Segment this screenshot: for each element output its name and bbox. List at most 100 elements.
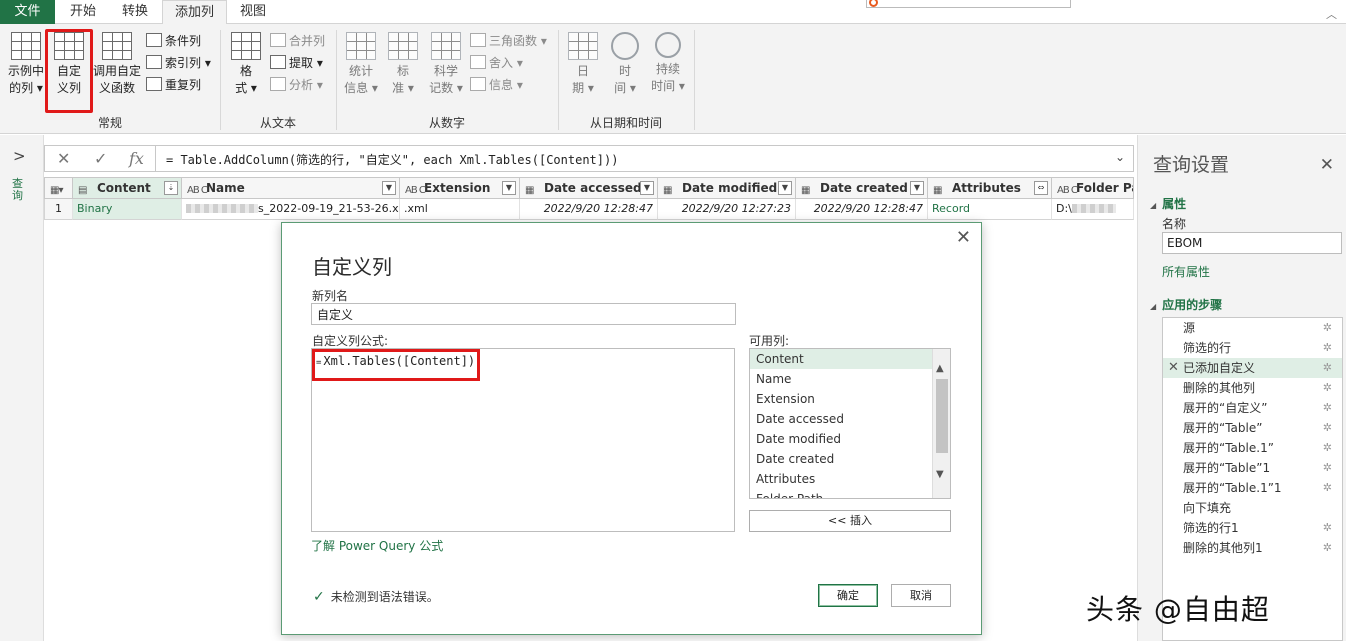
list-scrollbar[interactable]: ▲ ▼ (932, 349, 950, 498)
filter-dropdown-icon[interactable]: ▼ (778, 181, 792, 195)
duplicate-column-button[interactable]: 重复列 (146, 75, 201, 95)
cancel-button[interactable]: 取消 (891, 584, 951, 607)
collapse-ribbon-icon[interactable]: ︿ (1326, 6, 1337, 22)
step-item[interactable]: 筛选的行 ✲ (1163, 338, 1342, 358)
row-index[interactable]: 1 (44, 199, 73, 220)
expand-record-icon[interactable]: ⇔ (1034, 181, 1048, 195)
filter-dropdown-icon[interactable]: ▼ (382, 181, 396, 195)
list-item[interactable]: Content (750, 349, 932, 369)
close-icon[interactable]: ✕ (956, 227, 971, 248)
step-item[interactable]: 展开的“Table” ✲ (1163, 418, 1342, 438)
invoke-custom-function-button[interactable]: 调用自定 义函数 (93, 32, 141, 97)
statistics-button[interactable]: 统计 信息 ▾ (342, 32, 380, 97)
step-item[interactable]: 删除的其他列1 ✲ (1163, 538, 1342, 558)
column-header-folder-path[interactable]: AB CFolder Path (1052, 177, 1134, 199)
list-item[interactable]: Date accessed (750, 409, 932, 429)
extract-button[interactable]: 提取 ▾ (270, 53, 323, 73)
list-item[interactable]: Date created (750, 449, 932, 469)
gear-icon[interactable]: ✲ (1323, 378, 1332, 398)
gear-icon[interactable]: ✲ (1323, 398, 1332, 418)
column-header-date-modified[interactable]: ▦ Date modified ▼ (658, 177, 796, 199)
step-item-selected[interactable]: ✕ 已添加自定义 ✲ (1163, 358, 1342, 378)
column-from-examples-button[interactable]: 示例中 的列 ▾ (6, 32, 46, 97)
queries-pane-label[interactable]: 查询 (12, 178, 26, 202)
gear-icon[interactable]: ✲ (1323, 518, 1332, 538)
duration-button[interactable]: 持续 时间 ▾ (648, 32, 688, 95)
filter-dropdown-icon[interactable]: ▼ (640, 181, 654, 195)
ok-button[interactable]: 确定 (818, 584, 878, 607)
scientific-button[interactable]: 科学 记数 ▾ (426, 32, 466, 97)
expand-binary-icon[interactable]: ⇣ (164, 181, 178, 195)
step-item[interactable]: 展开的“Table.1”1 ✲ (1163, 478, 1342, 498)
table-menu-button[interactable]: ▦▾ (44, 177, 73, 199)
step-item[interactable]: 展开的“Table.1” ✲ (1163, 438, 1342, 458)
step-item[interactable]: 删除的其他列 ✲ (1163, 378, 1342, 398)
trigonometry-button[interactable]: 三角函数 ▾ (470, 31, 547, 51)
delete-step-icon[interactable]: ✕ (1168, 358, 1179, 378)
tab-home[interactable]: 开始 (58, 0, 108, 24)
cancel-formula-icon[interactable]: ✕ (57, 149, 70, 168)
list-item[interactable]: Folder Path (750, 489, 932, 498)
cell-content[interactable]: Binary (73, 199, 182, 220)
gear-icon[interactable]: ✲ (1323, 358, 1332, 378)
toolbar-app-icon[interactable] (869, 0, 878, 7)
tab-file[interactable]: 文件 (0, 0, 55, 24)
step-item[interactable]: 筛选的行1 ✲ (1163, 518, 1342, 538)
cell-folder-path[interactable]: D:\ (1052, 199, 1134, 220)
scroll-down-icon[interactable]: ▼ (936, 469, 944, 480)
step-item[interactable]: 源 ✲ (1163, 318, 1342, 338)
gear-icon[interactable]: ✲ (1323, 418, 1332, 438)
list-item[interactable]: Date modified (750, 429, 932, 449)
list-item[interactable]: Name (750, 369, 932, 389)
cell-date-created[interactable]: 2022/9/20 12:28:47 (796, 199, 928, 220)
format-button[interactable]: 格 式 ▾ (228, 32, 264, 97)
time-button[interactable]: 时 间 ▾ (608, 32, 642, 97)
properties-section[interactable]: ◢ 属性 (1150, 195, 1186, 212)
cell-date-modified[interactable]: 2022/9/20 12:27:23 (658, 199, 796, 220)
learn-power-query-link[interactable]: 了解 Power Query 公式 (311, 537, 443, 554)
column-header-name[interactable]: AB C Name ▼ (182, 177, 400, 199)
gear-icon[interactable]: ✲ (1323, 538, 1332, 558)
conditional-column-button[interactable]: 条件列 (146, 31, 201, 51)
date-button[interactable]: 日 期 ▾ (566, 32, 600, 97)
rounding-button[interactable]: 舍入 ▾ (470, 53, 523, 73)
gear-icon[interactable]: ✲ (1323, 478, 1332, 498)
formula-text[interactable]: = Table.AddColumn(筛选的行, "自定义", each Xml.… (166, 151, 618, 168)
information-button[interactable]: 信息 ▾ (470, 75, 523, 95)
standard-button[interactable]: 标 准 ▾ (386, 32, 420, 97)
confirm-formula-icon[interactable]: ✓ (94, 149, 107, 168)
parse-button[interactable]: 分析 ▾ (270, 75, 323, 95)
gear-icon[interactable]: ✲ (1323, 458, 1332, 478)
step-item[interactable]: 展开的“Table”1 ✲ (1163, 458, 1342, 478)
all-properties-link[interactable]: 所有属性 (1162, 263, 1210, 280)
gear-icon[interactable]: ✲ (1323, 318, 1332, 338)
step-item[interactable]: 展开的“自定义” ✲ (1163, 398, 1342, 418)
insert-button[interactable]: << 插入 (749, 510, 951, 532)
cell-extension[interactable]: .xml (400, 199, 520, 220)
index-column-button[interactable]: 索引列 ▾ (146, 53, 211, 73)
cell-attributes[interactable]: Record (928, 199, 1052, 220)
cell-name[interactable]: s_2022-09-19_21-53-26.x... (182, 199, 400, 220)
column-header-date-accessed[interactable]: ▦ Date accessed ▼ (520, 177, 658, 199)
tab-add-column[interactable]: 添加列 (162, 0, 228, 25)
gear-icon[interactable]: ✲ (1323, 438, 1332, 458)
query-name-input[interactable]: EBOM (1162, 232, 1342, 254)
list-item[interactable]: Extension (750, 389, 932, 409)
cell-date-accessed[interactable]: 2022/9/20 12:28:47 (520, 199, 658, 220)
gear-icon[interactable]: ✲ (1323, 338, 1332, 358)
filter-dropdown-icon[interactable]: ▼ (502, 181, 516, 195)
scroll-thumb[interactable] (936, 379, 948, 453)
expand-queries-icon[interactable]: > (13, 147, 26, 165)
list-item[interactable]: Attributes (750, 469, 932, 489)
filter-dropdown-icon[interactable]: ▼ (910, 181, 924, 195)
column-header-extension[interactable]: AB C Extension ▼ (400, 177, 520, 199)
step-item[interactable]: 向下填充 (1163, 498, 1342, 518)
merge-columns-button[interactable]: 合并列 (270, 31, 325, 51)
close-icon[interactable]: ✕ (1320, 155, 1334, 175)
scroll-up-icon[interactable]: ▲ (936, 363, 944, 374)
column-header-date-created[interactable]: ▦ Date created ▼ (796, 177, 928, 199)
chevron-down-icon[interactable]: ⌄ (1115, 150, 1125, 164)
tab-transform[interactable]: 转换 (110, 0, 160, 24)
column-header-attributes[interactable]: ▦ Attributes ⇔ (928, 177, 1052, 199)
available-columns-list[interactable]: Content Name Extension Date accessed Dat… (749, 348, 951, 499)
